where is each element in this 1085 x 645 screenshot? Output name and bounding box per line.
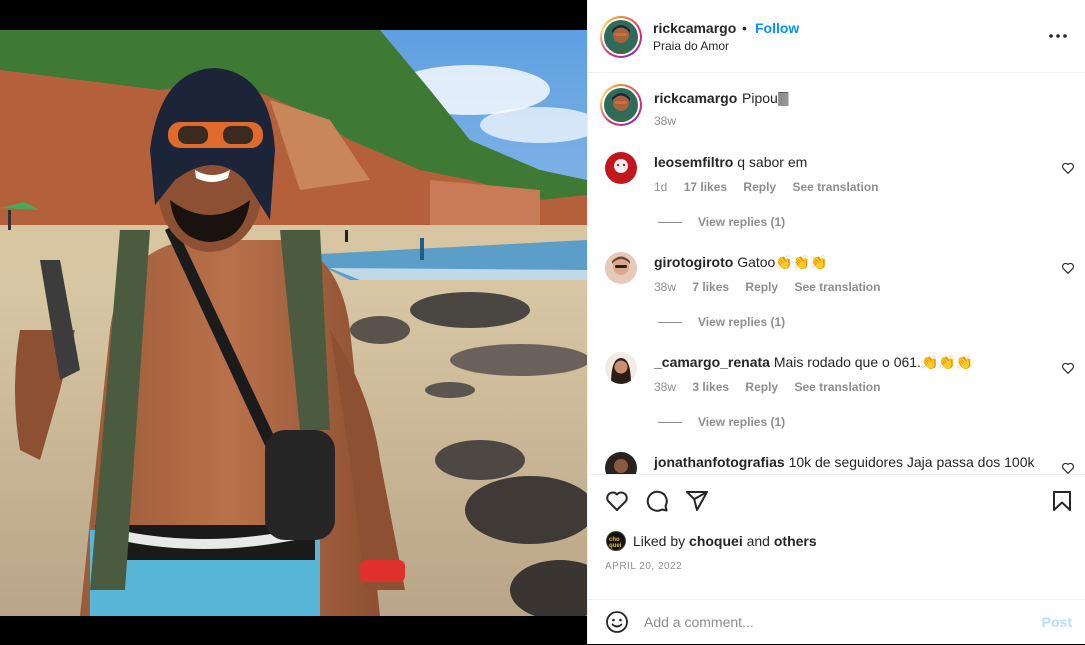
caption-username[interactable]: rickcamargo (654, 90, 737, 106)
post-panel: rickcamargo • Follow Praia do Amor rickc… (587, 0, 1085, 644)
view-replies-button[interactable]: View replies (1) (658, 215, 785, 229)
reply-button[interactable]: Reply (743, 180, 776, 194)
post-date[interactable]: APRIL 20, 2022 (605, 561, 682, 572)
heart-icon[interactable] (1061, 361, 1075, 375)
comment-avatar[interactable] (605, 352, 637, 384)
post-header: rickcamargo • Follow Praia do Amor (588, 0, 1085, 73)
share-icon[interactable] (685, 489, 709, 513)
post-location[interactable]: Praia do Amor (653, 39, 729, 53)
comment-line: girotogiroto Gatoo👏👏👏 (654, 254, 828, 271)
post-actions: cho quei Liked by choquei and others APR… (588, 474, 1085, 644)
comment-avatar-image (605, 452, 637, 474)
comment-meta: 38w 7 likes Reply See translation (654, 280, 893, 294)
more-options-icon[interactable] (1048, 28, 1068, 44)
emoji-icon[interactable] (605, 610, 629, 634)
see-translation-button[interactable]: See translation (794, 280, 880, 294)
likes-text: Liked by choquei and others (633, 533, 817, 549)
comment-username[interactable]: girotogiroto (654, 254, 733, 270)
liker-avatar[interactable]: cho quei (606, 531, 626, 551)
comment-input[interactable] (644, 610, 1024, 634)
comment-username[interactable]: _camargo_renata (654, 354, 770, 370)
comment-meta: 1d 17 likes Reply See translation (654, 180, 891, 194)
comment-text: 10k de seguidores Jaja passa dos 100k (788, 454, 1035, 470)
caption-time[interactable]: 38w (654, 114, 676, 128)
comment-line: leosemfiltro q sabor em (654, 154, 807, 170)
comment-avatar[interactable] (605, 452, 637, 474)
view-replies-label: View replies (1) (698, 215, 786, 229)
likes-connector: and (746, 533, 770, 549)
post-comment-button[interactable]: Post (1042, 614, 1072, 630)
like-heart-icon[interactable] (605, 489, 629, 513)
comments-list[interactable]: rickcamargo Pipou🀫 38w leosemfiltro q sa… (588, 74, 1085, 474)
comment-likes[interactable]: 3 likes (692, 380, 729, 394)
comment-line: jonathanfotografias 10k de seguidores Ja… (654, 454, 1035, 470)
replies-divider (658, 222, 682, 224)
comment-username[interactable]: jonathanfotografias (654, 454, 785, 470)
comment-username[interactable]: leosemfiltro (654, 154, 733, 170)
replies-divider (658, 322, 682, 324)
post-photo[interactable] (0, 30, 587, 616)
bookmark-icon[interactable] (1050, 489, 1074, 513)
comment-time[interactable]: 1d (654, 180, 667, 194)
view-replies-label: View replies (1) (698, 315, 786, 329)
view-replies-label: View replies (1) (698, 415, 786, 429)
comment-text: Gatoo👏👏👏 (737, 254, 828, 270)
see-translation-button[interactable]: See translation (792, 180, 878, 194)
author-username[interactable]: rickcamargo (653, 20, 736, 36)
comment-avatar-image (605, 152, 637, 184)
replies-divider (658, 422, 682, 424)
see-translation-button[interactable]: See translation (794, 380, 880, 394)
beach-photo-illustration (0, 30, 587, 616)
comment-likes[interactable]: 17 likes (684, 180, 727, 194)
view-replies-button[interactable]: View replies (1) (658, 315, 785, 329)
media-area (0, 0, 587, 644)
liker-avatar-logo: cho quei (609, 537, 622, 549)
liker-username[interactable]: choquei (689, 533, 743, 549)
comment-icon[interactable] (645, 489, 669, 513)
comment-avatar[interactable] (605, 252, 637, 284)
liked-by-prefix: Liked by (633, 533, 686, 549)
caption-text: Pipou🀫 (742, 90, 789, 106)
heart-icon[interactable] (1061, 461, 1075, 474)
add-comment-bar: Post (588, 599, 1085, 645)
caption-author-avatar[interactable] (600, 84, 642, 126)
heart-icon[interactable] (1061, 261, 1075, 275)
comment-time[interactable]: 38w (654, 280, 676, 294)
comment-likes[interactable]: 7 likes (692, 280, 729, 294)
author-avatar-image (604, 20, 638, 54)
follow-button[interactable]: Follow (755, 20, 799, 36)
comment-avatar[interactable] (605, 152, 637, 184)
comment-avatar-image (605, 352, 637, 384)
comment-text: q sabor em (737, 154, 808, 170)
reply-button[interactable]: Reply (745, 280, 778, 294)
view-replies-button[interactable]: View replies (1) (658, 415, 785, 429)
comment-avatar-image (605, 252, 637, 284)
author-avatar[interactable] (600, 16, 642, 58)
caption-avatar-image (604, 88, 638, 122)
comment-text: Mais rodado que o 061.👏👏👏 (773, 354, 974, 370)
comment-meta: 38w 3 likes Reply See translation (654, 380, 893, 394)
separator-dot: • (742, 20, 747, 36)
comment-line: _camargo_renata Mais rodado que o 061.👏👏… (654, 354, 973, 371)
comment-time[interactable]: 38w (654, 380, 676, 394)
heart-icon[interactable] (1061, 161, 1075, 175)
reply-button[interactable]: Reply (745, 380, 778, 394)
others-link[interactable]: others (774, 533, 817, 549)
